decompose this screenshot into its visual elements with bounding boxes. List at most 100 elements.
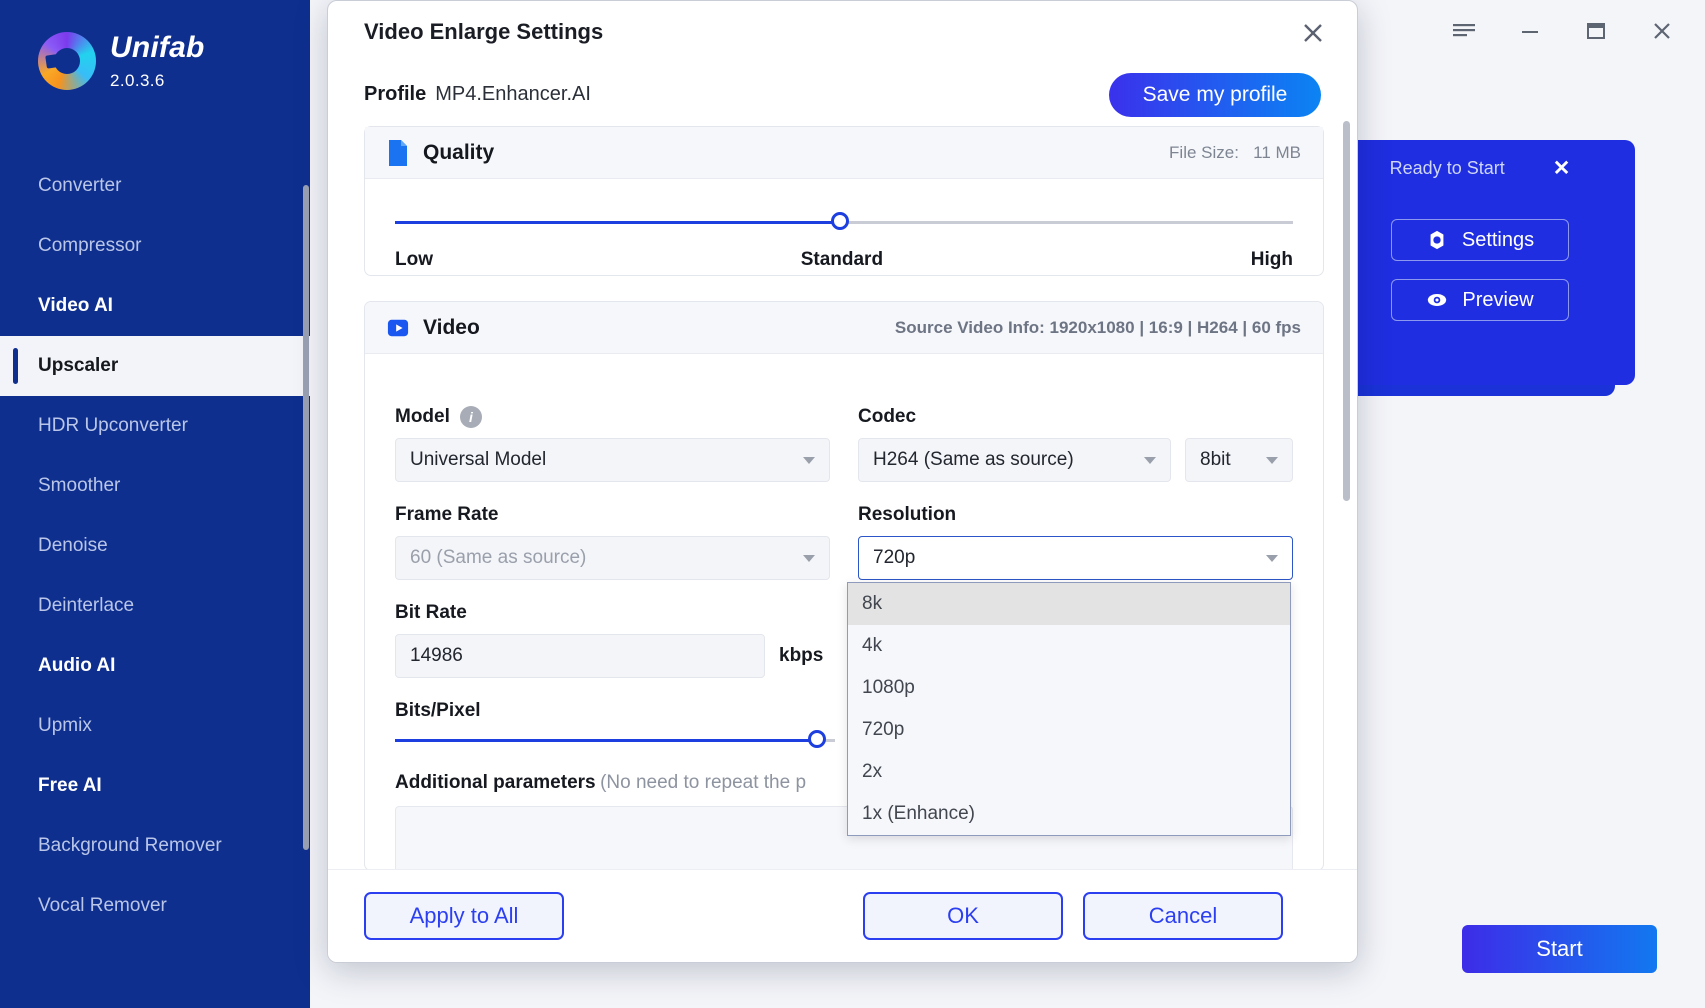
bit-rate-input[interactable]: 14986 — [395, 634, 765, 678]
sidebar-nav: Converter Compressor Video AI Upscaler H… — [0, 156, 310, 936]
resolution-option-720p[interactable]: 720p — [848, 709, 1290, 751]
ok-button[interactable]: OK — [863, 892, 1063, 940]
ready-to-start-panel: Ready to Start ✕ Settings Preview — [1325, 140, 1635, 385]
unifab-logo-icon — [38, 32, 96, 90]
sidebar-item-converter[interactable]: Converter — [0, 156, 310, 216]
sidebar-item-smoother[interactable]: Smoother — [0, 456, 310, 516]
cancel-button-label: Cancel — [1148, 903, 1218, 928]
bits-pixel-slider[interactable] — [395, 730, 835, 748]
quality-slider-knob[interactable] — [830, 212, 849, 230]
file-size-info: File Size: 11 MB — [1169, 143, 1301, 163]
resolution-field: Resolution 720p — [858, 504, 1293, 580]
sidebar-item-label: Upscaler — [38, 355, 119, 376]
model-field: Model i Universal Model — [395, 406, 830, 482]
quality-slider[interactable] — [395, 212, 1293, 230]
resolution-label-wrap: Resolution — [858, 504, 1293, 526]
sidebar-group-video-ai: Video AI — [0, 276, 310, 336]
minimize-icon[interactable] — [1517, 18, 1543, 44]
quality-label-high: High — [1250, 249, 1293, 270]
sidebar-item-label: Upmix — [38, 715, 92, 736]
sidebar-item-upscaler[interactable]: Upscaler — [0, 336, 310, 396]
resolution-option-1080p[interactable]: 1080p — [848, 667, 1290, 709]
sidebar-item-vocal-remover[interactable]: Vocal Remover — [0, 876, 310, 936]
codec-select[interactable]: H264 (Same as source) — [858, 438, 1171, 482]
bitdepth-select[interactable]: 8bit — [1185, 438, 1293, 482]
sidebar-item-deinterlace[interactable]: Deinterlace — [0, 576, 310, 636]
bits-pixel-field: Bits/Pixel — [395, 700, 835, 748]
chevron-down-icon — [1266, 456, 1278, 464]
apply-to-all-label: Apply to All — [409, 903, 519, 928]
bits-pixel-label: Bits/Pixel — [395, 700, 481, 721]
dialog-scrollbar[interactable] — [1343, 121, 1350, 501]
sidebar-scrollbar[interactable] — [303, 185, 309, 850]
dialog-footer: Apply to All OK Cancel — [328, 869, 1357, 962]
codec-field-group: Codec H264 (Same as source) 8bit — [858, 406, 1293, 482]
video-section-header: Video Source Video Info: 1920x1080 | 16:… — [365, 302, 1323, 354]
resolution-option-4k[interactable]: 4k — [848, 625, 1290, 667]
preview-button[interactable]: Preview — [1391, 279, 1569, 321]
codec-label: Codec — [858, 406, 917, 427]
sidebar-item-hdr-upconverter[interactable]: HDR Upconverter — [0, 396, 310, 456]
bits-pixel-slider-knob[interactable] — [808, 730, 827, 748]
play-icon — [387, 319, 409, 336]
hamburger-icon[interactable] — [1451, 18, 1477, 44]
sidebar-item-label: Background Remover — [38, 835, 222, 856]
sidebar-item-label: HDR Upconverter — [38, 415, 188, 436]
eye-icon — [1428, 294, 1447, 306]
resolution-select-value: 720p — [873, 547, 916, 568]
resolution-dropdown: 8k 4k 1080p 720p 2x 1x (Enhance) — [847, 582, 1291, 836]
profile-row: Profile MP4.Enhancer.AI — [364, 83, 591, 106]
model-select[interactable]: Universal Model — [395, 438, 830, 482]
frame-rate-field: Frame Rate 60 (Same as source) — [395, 504, 830, 580]
frame-rate-select-value: 60 (Same as source) — [410, 547, 587, 568]
quality-label-standard: Standard — [800, 249, 884, 270]
ok-button-label: OK — [947, 903, 979, 928]
apply-to-all-button[interactable]: Apply to All — [364, 892, 564, 940]
close-icon[interactable] — [1649, 18, 1675, 44]
sidebar-item-background-remover[interactable]: Background Remover — [0, 816, 310, 876]
resolution-select[interactable]: 720p — [858, 536, 1293, 580]
resolution-option-label: 2x — [862, 761, 883, 782]
resolution-option-8k[interactable]: 8k — [848, 583, 1290, 625]
start-button-label: Start — [1536, 936, 1583, 961]
file-size-label: File Size: — [1169, 142, 1239, 162]
resolution-option-1x-enhance[interactable]: 1x (Enhance) — [848, 793, 1290, 835]
resolution-option-label: 720p — [862, 719, 905, 740]
additional-parameters-label: Additional parameters — [395, 772, 596, 793]
sidebar-item-compressor[interactable]: Compressor — [0, 216, 310, 276]
bit-rate-field: Bit Rate 14986 kbps — [395, 602, 835, 678]
close-icon[interactable] — [1297, 17, 1329, 49]
profile-label: Profile — [364, 83, 427, 105]
resolution-option-2x[interactable]: 2x — [848, 751, 1290, 793]
sidebar-group-label: Free AI — [38, 775, 102, 796]
settings-button[interactable]: Settings — [1391, 219, 1569, 261]
quality-slider-fill — [395, 221, 840, 224]
bit-rate-unit: kbps — [779, 645, 824, 666]
app-name: Unifab — [110, 31, 205, 64]
status-badge: Ready to Start — [1389, 158, 1505, 178]
info-icon[interactable]: i — [459, 406, 482, 428]
frame-rate-label: Frame Rate — [395, 504, 499, 525]
bitdepth-field: 8bit — [1185, 406, 1293, 482]
frame-rate-select[interactable]: 60 (Same as source) — [395, 536, 830, 580]
document-icon — [389, 139, 407, 166]
maximize-icon[interactable] — [1583, 18, 1609, 44]
preview-button-label: Preview — [1462, 288, 1534, 311]
quality-label-low: Low — [395, 249, 433, 270]
sidebar-item-label: Converter — [38, 175, 122, 196]
save-my-profile-button[interactable]: Save my profile — [1109, 73, 1321, 117]
frame-rate-label-wrap: Frame Rate — [395, 504, 830, 526]
sidebar-item-denoise[interactable]: Denoise — [0, 516, 310, 576]
chevron-down-icon — [1266, 554, 1278, 562]
codec-field: Codec H264 (Same as source) — [858, 406, 1171, 482]
model-label: Model — [395, 406, 450, 427]
bit-rate-label: Bit Rate — [395, 602, 467, 623]
dialog-title: Video Enlarge Settings — [364, 19, 604, 44]
close-icon[interactable]: ✕ — [1553, 158, 1571, 179]
sidebar-item-upmix[interactable]: Upmix — [0, 696, 310, 756]
sidebar-group-label: Audio AI — [38, 655, 116, 676]
start-button[interactable]: Start — [1462, 925, 1657, 973]
additional-parameters-hint: (No need to repeat the p — [600, 772, 807, 793]
cancel-button[interactable]: Cancel — [1083, 892, 1283, 940]
resolution-option-label: 8k — [862, 593, 883, 614]
